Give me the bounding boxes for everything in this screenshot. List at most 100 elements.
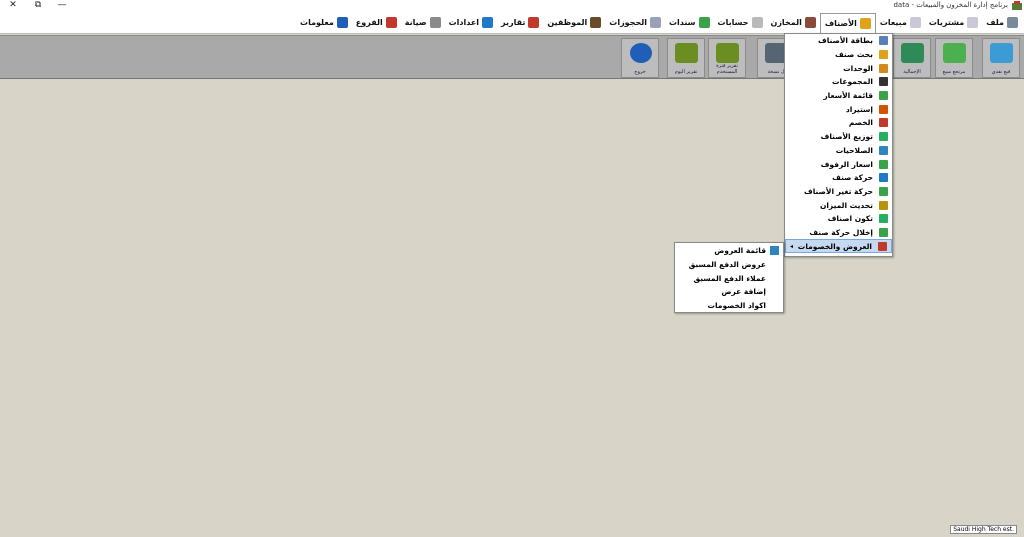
toolbar-button-5[interactable]: تقرير فترة المستخدم bbox=[708, 38, 746, 78]
toolbar-button-2[interactable]: الإجمالية bbox=[893, 38, 931, 78]
menu-item-label: الفروع bbox=[355, 18, 383, 27]
menu-item-label: مشتريات bbox=[928, 18, 965, 27]
dropdown-item-label: بطاقة الأصناف bbox=[817, 36, 873, 46]
dropdown-item-6[interactable]: الخصم bbox=[785, 116, 892, 130]
scale-icon bbox=[879, 200, 888, 210]
dropdown-item-label: حركة تغير الأصناف bbox=[804, 186, 873, 196]
dropdown-item-label: الصلاحيات bbox=[835, 145, 873, 155]
menu-item-8[interactable]: الموظفين bbox=[543, 13, 605, 33]
submenu-item-label: إضافة عرض bbox=[721, 287, 766, 297]
title-bar: ✕ ⧉ — برنامج إدارة المخزون والمبيعات - d… bbox=[0, 0, 1024, 12]
submenu-item-label: عملاء الدفع المسبق bbox=[693, 273, 766, 283]
menu-item-label: الأصناف bbox=[824, 18, 857, 28]
submenu-item-2[interactable]: عملاء الدفع المسبق bbox=[675, 271, 783, 285]
lock-icon bbox=[630, 43, 652, 63]
menu-item-9[interactable]: تقارير bbox=[497, 13, 543, 33]
menu-item-12[interactable]: الفروع bbox=[352, 13, 401, 33]
item-movement-icon bbox=[879, 173, 888, 183]
dropdown-item-11[interactable]: حركة تغير الأصناف bbox=[785, 185, 892, 199]
dropdown-item-label: العروض والخصومات bbox=[797, 241, 872, 251]
toolbar-button-6[interactable]: تقرير اليوم bbox=[667, 38, 705, 78]
dropdown-item-label: الخصم bbox=[848, 118, 873, 128]
item-fault-icon bbox=[879, 227, 888, 237]
toolbar-button-label: مرتجع مبيع bbox=[942, 69, 966, 75]
clipboard-icon bbox=[649, 17, 661, 28]
menu-item-13[interactable]: معلومات bbox=[296, 13, 352, 33]
dropdown-item-label: الوحدات bbox=[843, 63, 873, 73]
info-icon bbox=[336, 17, 348, 28]
dropdown-item-15[interactable]: العروض والخصومات ◂ bbox=[785, 239, 892, 253]
dropdown-item-1[interactable]: بحث صنف bbox=[785, 48, 892, 62]
submenu-item-label: اكواد الخصومات bbox=[707, 301, 766, 311]
toolbar-button-1[interactable]: مرتجع مبيع bbox=[935, 38, 973, 78]
sale-cash-icon bbox=[990, 43, 1013, 63]
change-movement-icon bbox=[879, 186, 888, 196]
distribute-icon bbox=[879, 132, 888, 142]
money-icon bbox=[901, 43, 924, 63]
toolbar-button-label: تقرير فترة المستخدم bbox=[716, 63, 738, 75]
document-icon bbox=[909, 17, 921, 28]
sale-return-icon bbox=[943, 43, 966, 63]
dropdown-item-13[interactable]: تكون اصناف bbox=[785, 212, 892, 226]
dropdown-item-label: تحديث الميزان bbox=[819, 200, 873, 210]
restore-icon[interactable]: ⧉ bbox=[31, 0, 45, 12]
toolbar-button-label: تقرير اليوم bbox=[674, 69, 698, 75]
submenu-item-1[interactable]: عروض الدفع المسبق bbox=[675, 258, 783, 272]
offers-icon bbox=[878, 241, 887, 251]
offers-submenu: قائمة العروض عروض الدفع المسبق عملاء الدفع… bbox=[674, 242, 784, 313]
warehouse-icon bbox=[804, 17, 816, 28]
dropdown-item-5[interactable]: إستيراد bbox=[785, 102, 892, 116]
menu-item-label: صيانة bbox=[404, 18, 427, 27]
toolbar-button-label: فيع نقدي bbox=[991, 69, 1011, 75]
cash-register-icon bbox=[716, 43, 739, 63]
menu-item-6[interactable]: سندات bbox=[665, 13, 714, 33]
import-icon bbox=[879, 104, 888, 114]
toolbar-button-label: خروج bbox=[634, 69, 646, 75]
dropdown-item-10[interactable]: حركة صنف bbox=[785, 171, 892, 185]
menu-item-7[interactable]: الحجوزات bbox=[605, 13, 665, 33]
toolbar-button-0[interactable]: فيع نقدي bbox=[982, 38, 1020, 78]
menu-item-4[interactable]: المخازن bbox=[767, 13, 820, 33]
menu-item-3[interactable]: الأصناف bbox=[819, 12, 876, 33]
dropdown-item-3[interactable]: المجموعات bbox=[785, 75, 892, 89]
search-icon bbox=[879, 50, 888, 60]
close-icon[interactable]: ✕ bbox=[6, 0, 20, 12]
dropdown-item-0[interactable]: بطاقة الأصناف bbox=[785, 34, 892, 48]
dropdown-item-4[interactable]: قائمة الأسعار bbox=[785, 89, 892, 103]
menu-item-0[interactable]: ملف bbox=[982, 13, 1022, 33]
submenu-item-3[interactable]: إضافة عرض bbox=[675, 285, 783, 299]
menu-item-1[interactable]: مشتريات bbox=[925, 13, 982, 33]
receipt-icon bbox=[698, 17, 710, 28]
dropdown-item-label: توزيع الأصناف bbox=[820, 132, 873, 142]
toolbar-button-label: الإجمالية bbox=[903, 69, 921, 75]
toolbar-button-7[interactable]: خروج bbox=[621, 38, 659, 78]
submenu-item-label: قائمة العروض bbox=[714, 246, 766, 256]
cash-register-icon bbox=[675, 43, 698, 63]
submenu-item-4[interactable]: اكواد الخصومات bbox=[675, 299, 783, 313]
dropdown-item-12[interactable]: تحديث الميزان bbox=[785, 198, 892, 212]
menu-item-2[interactable]: مبيعات bbox=[876, 13, 925, 33]
dropdown-item-label: حركة صنف bbox=[832, 173, 873, 183]
submenu-arrow-icon: ◂ bbox=[790, 243, 794, 251]
menu-item-label: ملف bbox=[986, 18, 1004, 27]
menu-item-11[interactable]: صيانة bbox=[401, 13, 445, 33]
dropdown-item-9[interactable]: اسعار الرفوف bbox=[785, 157, 892, 171]
menu-item-label: معلومات bbox=[300, 18, 334, 27]
menu-bar: ملف مشتريات مبيعات الأصناف المخازن حسابات سندا… bbox=[0, 12, 1024, 34]
submenu-item-0[interactable]: قائمة العروض bbox=[675, 244, 783, 258]
menu-item-10[interactable]: اعدادات bbox=[445, 13, 497, 33]
compose-icon bbox=[879, 214, 888, 224]
items-dropdown-menu: بطاقة الأصناف بحث صنف الوحدات المجموعات قائم… bbox=[784, 33, 893, 257]
dropdown-item-2[interactable]: الوحدات bbox=[785, 61, 892, 75]
settings-icon bbox=[482, 17, 494, 28]
menu-item-label: حسابات bbox=[717, 18, 749, 27]
wrench-icon bbox=[429, 17, 441, 28]
dropdown-item-8[interactable]: الصلاحيات bbox=[785, 144, 892, 158]
window-title: برنامج إدارة المخزون والمبيعات - data bbox=[893, 1, 1008, 9]
menu-item-5[interactable]: حسابات bbox=[714, 13, 767, 33]
dropdown-item-7[interactable]: توزيع الأصناف bbox=[785, 130, 892, 144]
discount-icon bbox=[879, 118, 888, 128]
dropdown-item-label: تكون اصناف bbox=[827, 214, 873, 224]
dropdown-item-14[interactable]: إخلال حركة صنف bbox=[785, 226, 892, 240]
minimize-icon[interactable]: — bbox=[55, 0, 69, 12]
